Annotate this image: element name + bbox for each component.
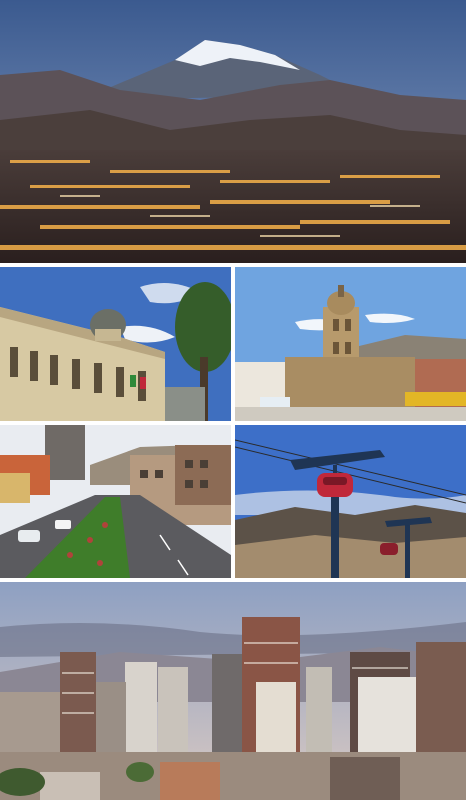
palace-illustration [0,267,231,421]
cable-car-illustration [235,425,466,578]
panorama-illustration [0,0,466,263]
cable-car-photo [235,425,466,578]
avenue-illustration [0,425,231,578]
city-panorama-photo [0,0,466,263]
avenue-photo [0,425,231,578]
skyline-illustration [0,582,466,800]
government-palace-photo [0,267,231,421]
church-photo [235,267,466,421]
skyline-photo [0,582,466,800]
church-illustration [235,267,466,421]
